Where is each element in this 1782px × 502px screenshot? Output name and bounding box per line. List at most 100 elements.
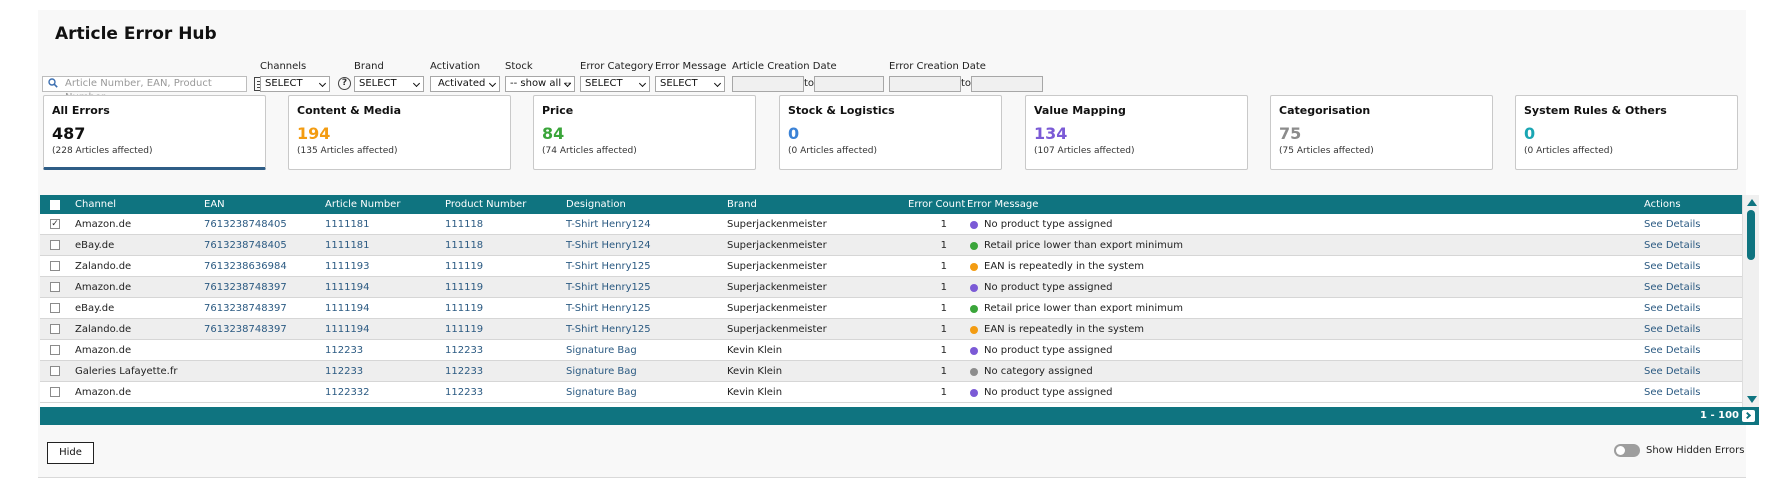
col-product-number[interactable]: Product Number bbox=[445, 195, 526, 214]
cell-designation[interactable]: T-Shirt Henry124 bbox=[566, 214, 651, 235]
error-category-select[interactable]: SELECT bbox=[580, 76, 650, 92]
table-row[interactable]: Galeries Lafayette.fr 112233 112233 Signatu… bbox=[40, 361, 1742, 382]
card-content-media[interactable]: Content & Media 194 (135 Articles affect… bbox=[288, 95, 511, 170]
cell-designation[interactable]: T-Shirt Henry124 bbox=[566, 235, 651, 256]
cell-article[interactable]: 1111181 bbox=[325, 214, 370, 235]
cell-designation[interactable]: T-Shirt Henry125 bbox=[566, 319, 651, 340]
cell-designation[interactable]: T-Shirt Henry125 bbox=[566, 298, 651, 319]
scroll-down-icon[interactable] bbox=[1747, 396, 1757, 403]
channels-select[interactable]: SELECT bbox=[260, 76, 330, 92]
cell-ean[interactable]: 7613238748397 bbox=[204, 277, 287, 298]
cell-product[interactable]: 111118 bbox=[445, 214, 483, 235]
cell-ean[interactable]: 7613238748405 bbox=[204, 214, 287, 235]
cell-designation[interactable]: T-Shirt Henry125 bbox=[566, 256, 651, 277]
col-article-number[interactable]: Article Number bbox=[325, 195, 400, 214]
cell-article[interactable]: 1111194 bbox=[325, 298, 370, 319]
cell-product[interactable]: 112233 bbox=[445, 382, 483, 403]
card-system-rules[interactable]: System Rules & Others 0 (0 Articles affe… bbox=[1515, 95, 1738, 170]
row-checkbox[interactable] bbox=[50, 366, 60, 376]
table-row[interactable]: Amazon.de 1122332 112233 Signature Bag Kevin… bbox=[40, 382, 1742, 403]
see-details-link[interactable]: See Details bbox=[1644, 361, 1701, 382]
cell-designation[interactable]: Signature Bag bbox=[566, 340, 637, 361]
row-checkbox[interactable] bbox=[50, 387, 60, 397]
error-message-select[interactable]: SELECT bbox=[655, 76, 725, 92]
chevron-right-icon[interactable] bbox=[1742, 410, 1755, 422]
card-value-mapping[interactable]: Value Mapping 134 (107 Articles affected… bbox=[1025, 95, 1248, 170]
row-checkbox[interactable] bbox=[50, 345, 60, 355]
stock-select[interactable]: -- show all -- bbox=[505, 76, 575, 92]
see-details-link[interactable]: See Details bbox=[1644, 319, 1701, 340]
select-all-checkbox[interactable] bbox=[50, 200, 60, 210]
cell-article[interactable]: 112233 bbox=[325, 340, 363, 361]
card-price[interactable]: Price 84 (74 Articles affected) bbox=[533, 95, 756, 170]
cell-ean[interactable]: 7613238636984 bbox=[204, 256, 287, 277]
col-ean[interactable]: EAN bbox=[204, 195, 225, 214]
cell-article[interactable]: 1111194 bbox=[325, 319, 370, 340]
card-stock-logistics[interactable]: Stock & Logistics 0 (0 Articles affected… bbox=[779, 95, 1002, 170]
row-checkbox[interactable]: ✓ bbox=[50, 219, 60, 229]
table-row[interactable]: Zalando.de 7613238748397 1111194 111119 T-Sh… bbox=[40, 319, 1742, 340]
cell-article[interactable]: 112233 bbox=[325, 361, 363, 382]
row-checkbox[interactable] bbox=[50, 240, 60, 250]
col-brand[interactable]: Brand bbox=[727, 195, 757, 214]
cell-product[interactable]: 111119 bbox=[445, 319, 483, 340]
cell-designation[interactable]: Signature Bag bbox=[566, 382, 637, 403]
error-date-to[interactable] bbox=[971, 76, 1043, 92]
cell-error-count: 1 bbox=[940, 282, 947, 293]
cell-designation[interactable]: Signature Bag bbox=[566, 361, 637, 382]
brand-select[interactable]: SELECT bbox=[354, 76, 424, 92]
table-scrollbar[interactable] bbox=[1742, 195, 1759, 407]
row-checkbox[interactable] bbox=[50, 261, 60, 271]
table-row[interactable]: eBay.de 7613238748397 1111194 111119 T-Shirt… bbox=[40, 298, 1742, 319]
help-icon[interactable]: ? bbox=[338, 77, 351, 90]
search-input[interactable]: Article Number, EAN, Product Number bbox=[42, 76, 247, 103]
hide-button[interactable]: Hide bbox=[47, 442, 94, 464]
see-details-link[interactable]: See Details bbox=[1644, 235, 1701, 256]
cell-article[interactable]: 1111181 bbox=[325, 235, 370, 256]
table-row[interactable]: ✓ Amazon.de 7613238748405 1111181 111118 T-Sh… bbox=[40, 214, 1742, 235]
chevron-down-icon bbox=[713, 79, 722, 88]
card-sub: (74 Articles affected) bbox=[542, 146, 637, 156]
cell-article[interactable]: 1111194 bbox=[325, 277, 370, 298]
row-checkbox[interactable] bbox=[50, 282, 60, 292]
cell-product[interactable]: 111119 bbox=[445, 277, 483, 298]
see-details-link[interactable]: See Details bbox=[1644, 256, 1701, 277]
row-checkbox[interactable] bbox=[50, 324, 60, 334]
card-sub: (75 Articles affected) bbox=[1279, 146, 1374, 156]
see-details-link[interactable]: See Details bbox=[1644, 277, 1701, 298]
table-row[interactable]: Amazon.de 7613238748397 1111194 111119 T-Shi… bbox=[40, 277, 1742, 298]
see-details-link[interactable]: See Details bbox=[1644, 214, 1701, 235]
cell-ean[interactable]: 7613238748405 bbox=[204, 235, 287, 256]
see-details-link[interactable]: See Details bbox=[1644, 340, 1701, 361]
row-checkbox[interactable] bbox=[50, 303, 60, 313]
cell-designation[interactable]: T-Shirt Henry125 bbox=[566, 277, 651, 298]
cell-product[interactable]: 112233 bbox=[445, 361, 483, 382]
scroll-up-icon[interactable] bbox=[1747, 199, 1757, 206]
table-row[interactable]: eBay.de 7613238748405 1111181 111118 T-Shirt… bbox=[40, 235, 1742, 256]
card-all-errors[interactable]: All Errors 487 (228 Articles affected) bbox=[43, 95, 266, 170]
col-error-message[interactable]: Error Message bbox=[967, 195, 1038, 214]
card-label: Value Mapping bbox=[1034, 104, 1126, 117]
cell-product[interactable]: 111118 bbox=[445, 235, 483, 256]
table-row[interactable]: Amazon.de 112233 112233 Signature Bag Kevin … bbox=[40, 340, 1742, 361]
table-row[interactable]: Zalando.de 7613238636984 1111193 111119 T-Sh… bbox=[40, 256, 1742, 277]
cell-product[interactable]: 111119 bbox=[445, 256, 483, 277]
col-error-count[interactable]: Error Count bbox=[908, 195, 965, 214]
col-channel[interactable]: Channel bbox=[75, 195, 116, 214]
scroll-thumb[interactable] bbox=[1747, 210, 1755, 260]
col-designation[interactable]: Designation bbox=[566, 195, 626, 214]
error-date-from[interactable] bbox=[889, 76, 961, 92]
activation-select[interactable]: Activated bbox=[430, 76, 500, 92]
show-hidden-errors-toggle[interactable] bbox=[1614, 444, 1640, 457]
cell-article[interactable]: 1122332 bbox=[325, 382, 370, 403]
see-details-link[interactable]: See Details bbox=[1644, 382, 1701, 403]
cell-product[interactable]: 112233 bbox=[445, 340, 483, 361]
cell-product[interactable]: 111119 bbox=[445, 298, 483, 319]
article-date-from[interactable] bbox=[732, 76, 804, 92]
card-categorisation[interactable]: Categorisation 75 (75 Articles affected) bbox=[1270, 95, 1493, 170]
article-date-to[interactable] bbox=[814, 76, 884, 92]
cell-ean[interactable]: 7613238748397 bbox=[204, 298, 287, 319]
see-details-link[interactable]: See Details bbox=[1644, 298, 1701, 319]
cell-article[interactable]: 1111193 bbox=[325, 256, 370, 277]
cell-ean[interactable]: 7613238748397 bbox=[204, 319, 287, 340]
